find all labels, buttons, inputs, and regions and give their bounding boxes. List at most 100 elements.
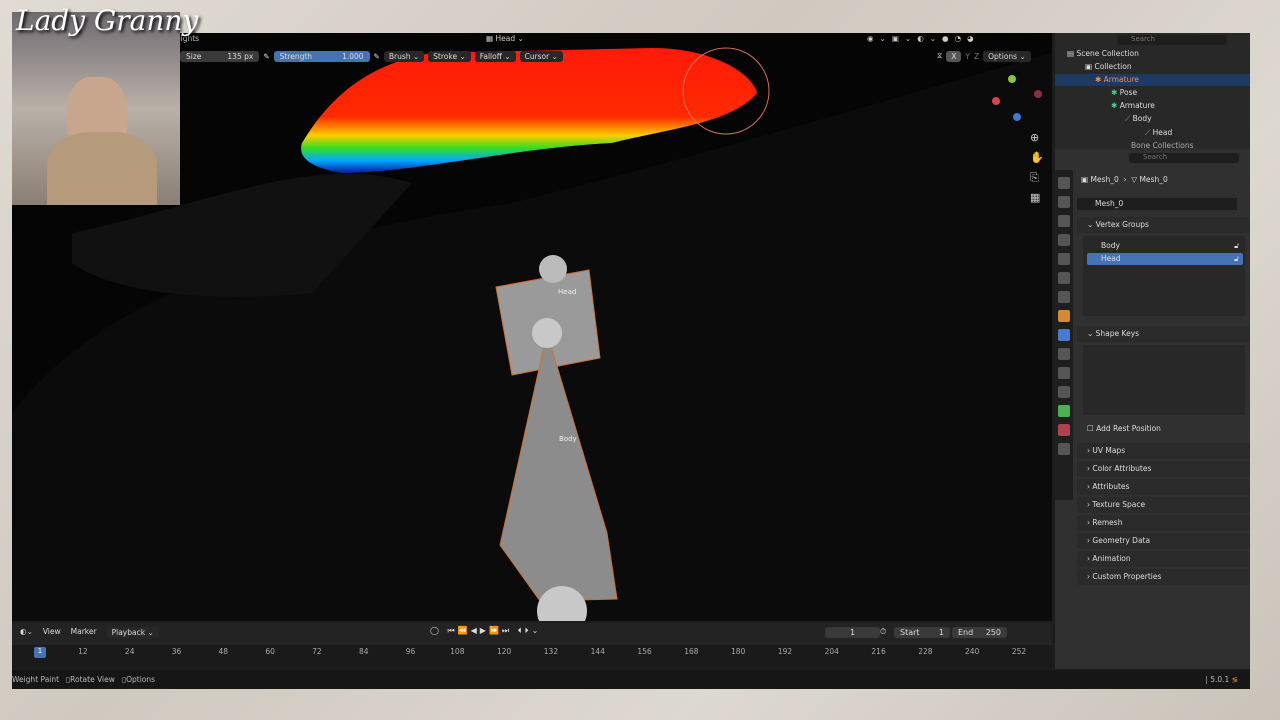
view-layer-tab[interactable] bbox=[1058, 234, 1070, 246]
size-field[interactable]: Size 135 px bbox=[180, 50, 260, 62]
section-remesh[interactable]: › Remesh bbox=[1077, 515, 1250, 531]
axis-y-toggle[interactable]: Y bbox=[965, 52, 970, 61]
vertex-group-body[interactable]: Body 🔓︎ bbox=[1087, 240, 1243, 252]
particles-tab[interactable] bbox=[1058, 348, 1070, 360]
data-tab[interactable] bbox=[1058, 405, 1070, 417]
zoom-icon[interactable]: ⊕ bbox=[1030, 128, 1044, 148]
outliner-label: Armature bbox=[1119, 101, 1155, 110]
end-value: 250 bbox=[985, 628, 1001, 637]
timeline-tick: 240 bbox=[965, 647, 980, 656]
outliner-item[interactable]: ✱ Pose bbox=[1111, 87, 1137, 99]
object-tab[interactable] bbox=[1058, 310, 1070, 322]
section-texture-space[interactable]: › Texture Space bbox=[1077, 497, 1250, 513]
pressure-icon[interactable]: ✎ bbox=[374, 52, 380, 61]
timeline-tick: 144 bbox=[590, 647, 605, 656]
timeline-tick: 228 bbox=[918, 647, 933, 656]
strength-value: 1.000 bbox=[342, 51, 364, 61]
scene-tab[interactable] bbox=[1058, 253, 1070, 265]
editor-type-icon[interactable]: ◐⌄ bbox=[20, 627, 33, 638]
status-options: ▯Options bbox=[122, 675, 156, 684]
collection-tab[interactable] bbox=[1058, 291, 1070, 303]
bone-head-joint bbox=[532, 318, 562, 348]
grid-icon[interactable]: ▦ bbox=[1030, 188, 1044, 208]
vertex-group-head[interactable]: Head 🔓︎ bbox=[1087, 253, 1243, 265]
options-menu[interactable]: Options ⌄ bbox=[983, 50, 1031, 62]
section-animation[interactable]: › Animation bbox=[1077, 551, 1250, 567]
constraints-tab[interactable] bbox=[1058, 386, 1070, 398]
playback-controls[interactable]: ◯ ⏮⏪◀▶⏩⏭ ⏴⏵⌄ bbox=[430, 626, 541, 636]
current-frame-field[interactable]: 1 bbox=[825, 627, 880, 638]
section-attributes[interactable]: › Attributes bbox=[1077, 479, 1250, 495]
falloff-menu[interactable]: Falloff ⌄ bbox=[474, 50, 516, 62]
gizmo-z-axis bbox=[1013, 113, 1021, 121]
falloff-label: Falloff bbox=[479, 51, 502, 61]
material-tab[interactable] bbox=[1058, 424, 1070, 436]
vertex-group-list: Body 🔓︎ Head 🔓︎ bbox=[1083, 236, 1245, 316]
section-custom-properties[interactable]: › Custom Properties bbox=[1077, 569, 1250, 585]
axis-x-toggle[interactable]: X bbox=[946, 50, 962, 62]
bone-head-tail-joint bbox=[539, 255, 567, 283]
outliner-label: Collection bbox=[1094, 62, 1132, 71]
outliner-label: Pose bbox=[1119, 88, 1138, 97]
brush-menu[interactable]: Brush ⌄ bbox=[383, 50, 425, 62]
render-tab[interactable] bbox=[1058, 196, 1070, 208]
bone-selector[interactable]: ▦ Head ⌄ bbox=[486, 34, 524, 43]
gizmo-x-axis bbox=[992, 97, 1000, 105]
timeline-tick: 132 bbox=[543, 647, 559, 656]
pan-hand-icon[interactable]: ✋ bbox=[1030, 148, 1044, 168]
breadcrumb-object: Mesh_0 bbox=[1090, 175, 1119, 184]
shape-keys-header[interactable]: ⌄ Shape Keys bbox=[1077, 326, 1250, 342]
lock-icon[interactable]: 🔓︎ bbox=[1234, 253, 1239, 265]
timeline-tick: 192 bbox=[777, 647, 793, 656]
section-geometry-data[interactable]: › Geometry Data bbox=[1077, 533, 1250, 549]
playback-menu[interactable]: Playback ⌄ bbox=[106, 627, 159, 638]
end-label: End bbox=[958, 628, 974, 637]
strength-field[interactable]: Strength 1.000 bbox=[273, 50, 370, 62]
timeline-tick: 216 bbox=[871, 647, 886, 656]
outliner-label: Body bbox=[1132, 114, 1152, 123]
webcam-hoodie bbox=[47, 132, 157, 205]
modifier-tab[interactable] bbox=[1058, 329, 1070, 341]
lady-granny-logo: Lady Granny bbox=[16, 4, 198, 37]
start-frame-field[interactable]: Start 1 bbox=[894, 627, 950, 638]
texture-tab[interactable] bbox=[1058, 443, 1070, 455]
outliner-item[interactable]: ⟋ Body bbox=[1125, 113, 1152, 125]
timeline-ruler[interactable]: 1 12 24 36 48 60 72 84 96 108 120 132 144 156 168 180 1… bbox=[12, 645, 1052, 669]
viewport-shading-icons[interactable]: ◉⌄▣⌄◐⌄●◔◕ bbox=[867, 34, 980, 43]
output-tab[interactable] bbox=[1058, 215, 1070, 227]
outliner-item-selected[interactable]: ✱ Armature bbox=[1055, 74, 1250, 86]
outliner-item[interactable]: ✱ Armature bbox=[1111, 100, 1155, 112]
cursor-menu[interactable]: Cursor ⌄ bbox=[519, 50, 563, 62]
mesh-name-field[interactable]: Mesh_0 bbox=[1077, 198, 1237, 210]
view-menu[interactable]: View bbox=[43, 627, 61, 638]
marker-menu[interactable]: Marker bbox=[71, 627, 97, 638]
camera-icon[interactable]: ⎘ bbox=[1030, 168, 1044, 188]
brush-label: Brush bbox=[388, 51, 411, 61]
section-color-attributes[interactable]: › Color Attributes bbox=[1077, 461, 1250, 477]
outliner-item[interactable]: ⟋ Head bbox=[1145, 127, 1172, 139]
version-label: 5.0.1 bbox=[1210, 675, 1230, 684]
world-tab[interactable] bbox=[1058, 272, 1070, 284]
section-uv-maps[interactable]: › UV Maps bbox=[1077, 443, 1250, 459]
outliner-label: Armature bbox=[1103, 75, 1139, 84]
symmetry-toolbar: ⧖ X Y Z Options ⌄ bbox=[937, 49, 1031, 63]
physics-tab[interactable] bbox=[1058, 367, 1070, 379]
tool-tab[interactable] bbox=[1058, 177, 1070, 189]
add-rest-position-checkbox[interactable]: ☐ Add Rest Position bbox=[1087, 423, 1161, 435]
vertex-groups-header[interactable]: ⌄ Vertex Groups bbox=[1077, 217, 1250, 233]
playhead[interactable]: 1 bbox=[34, 647, 46, 658]
current-frame: 1 bbox=[849, 628, 856, 637]
outliner-item[interactable]: ▤ Scene Collection bbox=[1067, 48, 1139, 60]
outliner-search[interactable]: Search bbox=[1117, 35, 1227, 45]
properties-search[interactable]: Search bbox=[1129, 153, 1239, 163]
end-frame-field[interactable]: End 250 bbox=[952, 627, 1007, 638]
stroke-menu[interactable]: Stroke ⌄ bbox=[428, 50, 471, 62]
timeline-tick: 72 bbox=[312, 647, 322, 656]
axis-z-toggle[interactable]: Z bbox=[974, 52, 979, 61]
timeline-tick: 180 bbox=[730, 647, 746, 656]
section-label: UV Maps bbox=[1092, 446, 1126, 455]
pressure-icon[interactable]: ✎ bbox=[263, 52, 269, 61]
start-value: 1 bbox=[938, 628, 944, 637]
lock-icon[interactable]: 🔓︎ bbox=[1234, 240, 1239, 252]
outliner-item[interactable]: ▣ Collection bbox=[1085, 61, 1132, 73]
